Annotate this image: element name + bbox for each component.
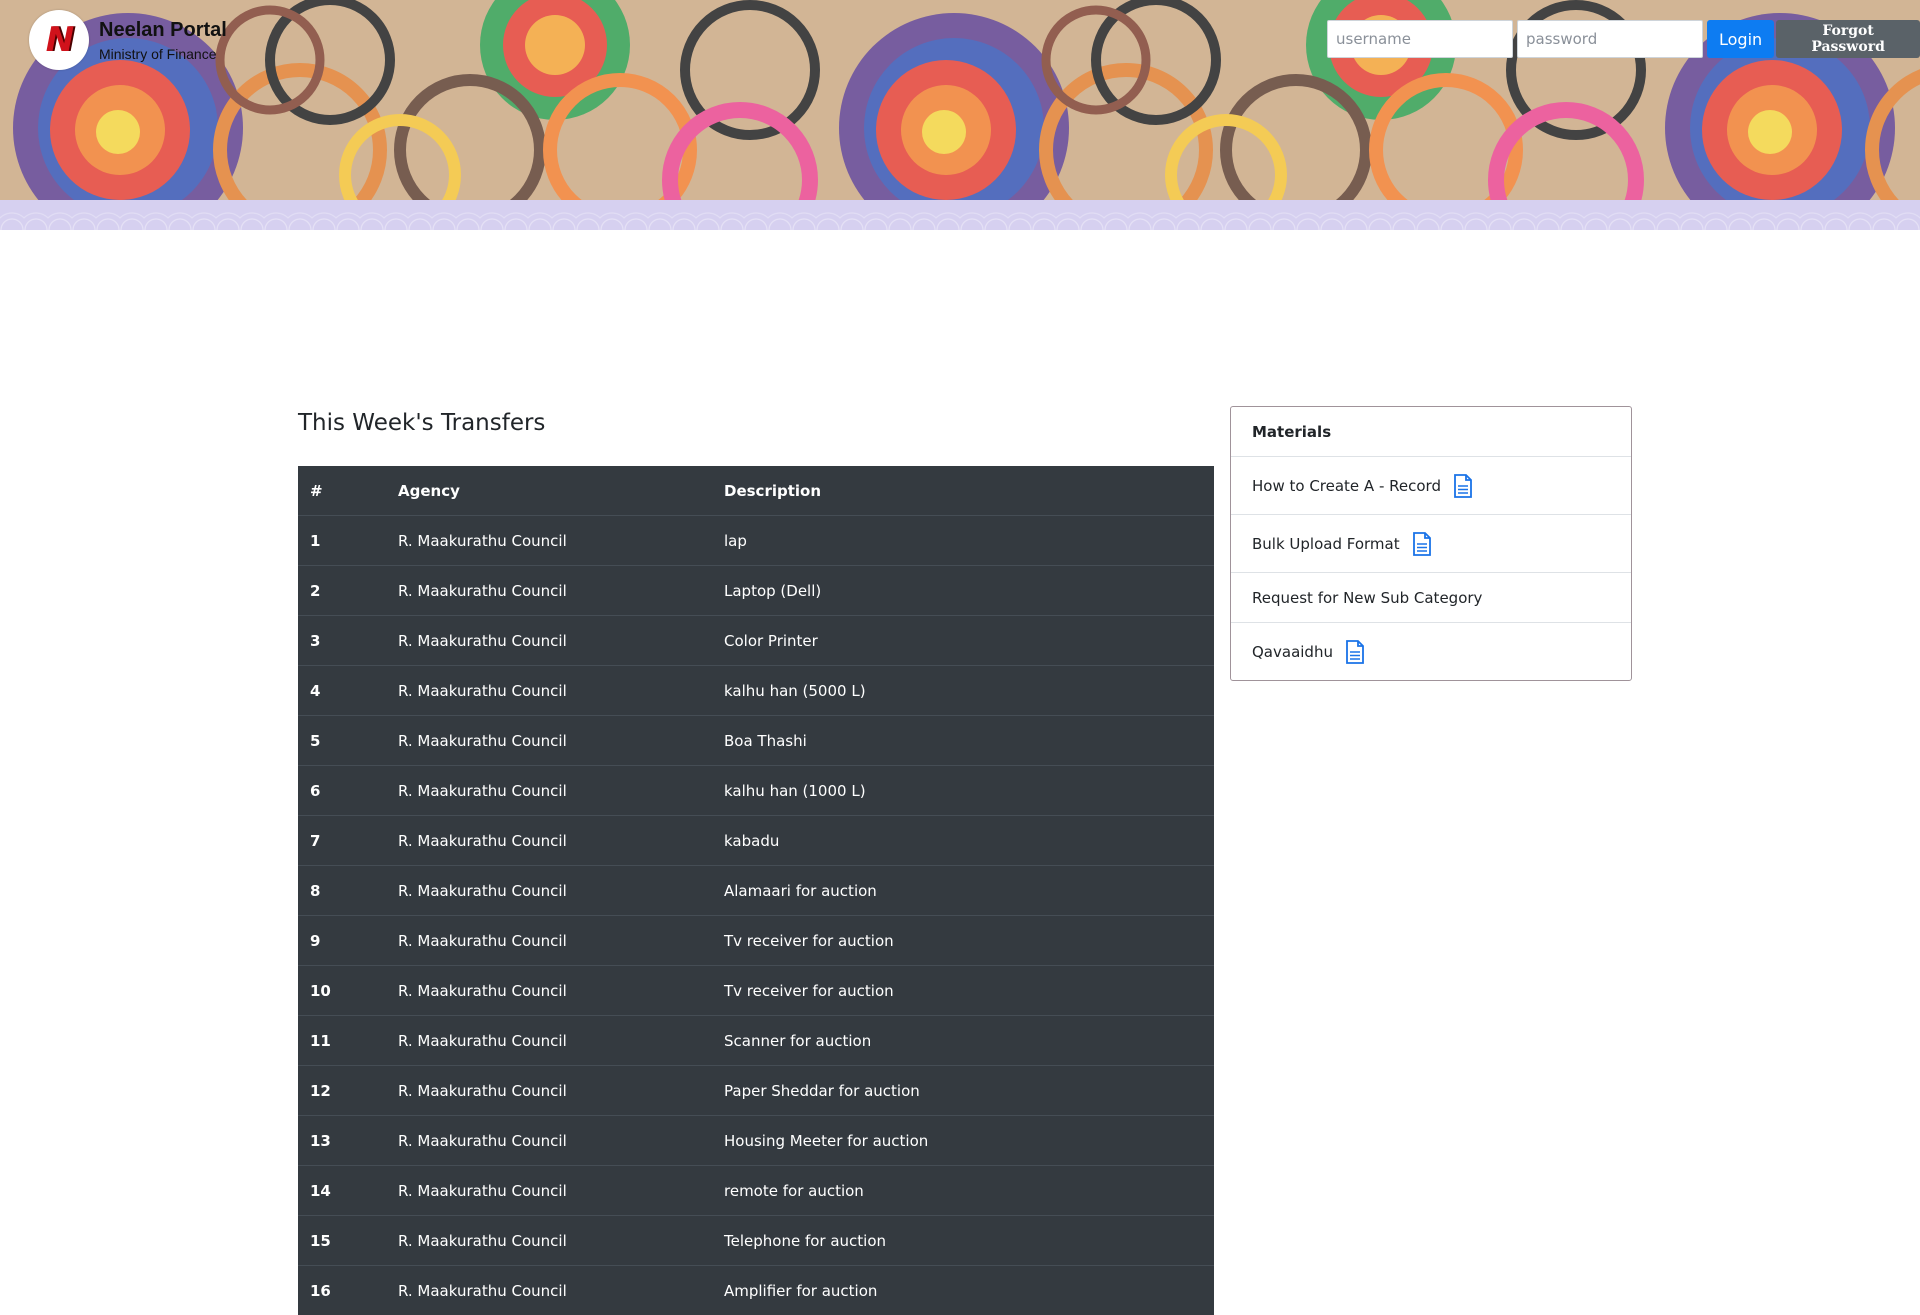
material-item[interactable]: Bulk Upload Format — [1231, 515, 1631, 573]
material-item[interactable]: Request for New Sub Category — [1231, 573, 1631, 623]
row-description: Laptop (Dell) — [712, 566, 1214, 616]
table-header-row: # Agency Description — [298, 466, 1214, 516]
row-description: lap — [712, 516, 1214, 566]
row-agency: R. Maakurathu Council — [386, 716, 712, 766]
logo: N — [29, 10, 89, 70]
table-row: 13R. Maakurathu CouncilHousing Meeter fo… — [298, 1116, 1214, 1166]
row-agency: R. Maakurathu Council — [386, 1216, 712, 1266]
materials-card: Materials How to Create A - Record Bulk … — [1230, 406, 1632, 681]
row-agency: R. Maakurathu Council — [386, 566, 712, 616]
row-number: 10 — [298, 966, 386, 1016]
table-row: 5R. Maakurathu CouncilBoa Thashi — [298, 716, 1214, 766]
row-number: 16 — [298, 1266, 386, 1315]
table-row: 1R. Maakurathu Councillap — [298, 516, 1214, 566]
row-description: Color Printer — [712, 616, 1214, 666]
material-label[interactable]: How to Create A - Record — [1252, 477, 1441, 495]
row-number: 1 — [298, 516, 386, 566]
row-description: Telephone for auction — [712, 1216, 1214, 1266]
section-title: This Week's Transfers — [298, 410, 545, 436]
table-row: 11R. Maakurathu CouncilScanner for aucti… — [298, 1016, 1214, 1066]
row-description: kalhu han (5000 L) — [712, 666, 1214, 716]
table-row: 16R. Maakurathu CouncilAmplifier for auc… — [298, 1266, 1214, 1315]
column-header-description: Description — [712, 466, 1214, 516]
table-row: 14R. Maakurathu Councilremote for auctio… — [298, 1166, 1214, 1216]
row-number: 8 — [298, 866, 386, 916]
username-input[interactable] — [1327, 20, 1513, 58]
document-icon[interactable] — [1453, 474, 1473, 498]
row-agency: R. Maakurathu Council — [386, 966, 712, 1016]
table-row: 7R. Maakurathu Councilkabadu — [298, 816, 1214, 866]
row-description: kabadu — [712, 816, 1214, 866]
logo-letter: N — [46, 20, 72, 60]
row-number: 2 — [298, 566, 386, 616]
row-description: Amplifier for auction — [712, 1266, 1214, 1315]
row-number: 7 — [298, 816, 386, 866]
row-agency: R. Maakurathu Council — [386, 1166, 712, 1216]
row-agency: R. Maakurathu Council — [386, 816, 712, 866]
material-item[interactable]: Qavaaidhu — [1231, 623, 1631, 680]
table-row: 10R. Maakurathu CouncilTv receiver for a… — [298, 966, 1214, 1016]
row-agency: R. Maakurathu Council — [386, 866, 712, 916]
row-number: 9 — [298, 916, 386, 966]
table-row: 4R. Maakurathu Councilkalhu han (5000 L) — [298, 666, 1214, 716]
transfers-table: # Agency Description 1R. Maakurathu Coun… — [298, 466, 1214, 1315]
row-number: 15 — [298, 1216, 386, 1266]
row-number: 12 — [298, 1066, 386, 1116]
table-row: 15R. Maakurathu CouncilTelephone for auc… — [298, 1216, 1214, 1266]
header-banner: N Neelan Portal Ministry of Finance Logi… — [0, 0, 1920, 200]
material-label[interactable]: Request for New Sub Category — [1252, 589, 1482, 607]
document-icon[interactable] — [1345, 640, 1365, 664]
row-agency: R. Maakurathu Council — [386, 666, 712, 716]
table-row: 2R. Maakurathu CouncilLaptop (Dell) — [298, 566, 1214, 616]
row-agency: R. Maakurathu Council — [386, 1266, 712, 1315]
table-row: 3R. Maakurathu CouncilColor Printer — [298, 616, 1214, 666]
row-agency: R. Maakurathu Council — [386, 766, 712, 816]
brand[interactable]: N Neelan Portal Ministry of Finance — [29, 10, 227, 70]
row-agency: R. Maakurathu Council — [386, 1016, 712, 1066]
row-number: 14 — [298, 1166, 386, 1216]
row-agency: R. Maakurathu Council — [386, 1066, 712, 1116]
row-agency: R. Maakurathu Council — [386, 916, 712, 966]
row-description: Paper Sheddar for auction — [712, 1066, 1214, 1116]
row-number: 13 — [298, 1116, 386, 1166]
table-row: 9R. Maakurathu CouncilTv receiver for au… — [298, 916, 1214, 966]
row-agency: R. Maakurathu Council — [386, 1116, 712, 1166]
row-description: remote for auction — [712, 1166, 1214, 1216]
brand-subtitle: Ministry of Finance — [99, 46, 227, 62]
table-row: 12R. Maakurathu CouncilPaper Sheddar for… — [298, 1066, 1214, 1116]
row-description: Alamaari for auction — [712, 866, 1214, 916]
row-description: Tv receiver for auction — [712, 966, 1214, 1016]
table-row: 6R. Maakurathu Councilkalhu han (1000 L) — [298, 766, 1214, 816]
material-label[interactable]: Qavaaidhu — [1252, 643, 1333, 661]
brand-title: Neelan Portal — [99, 18, 227, 42]
row-agency: R. Maakurathu Council — [386, 616, 712, 666]
column-header-number: # — [298, 466, 386, 516]
forgot-password-button[interactable]: Forgot Password — [1776, 20, 1920, 58]
column-header-agency: Agency — [386, 466, 712, 516]
materials-title: Materials — [1231, 407, 1631, 457]
password-input[interactable] — [1517, 20, 1703, 58]
brand-text: Neelan Portal Ministry of Finance — [99, 18, 227, 62]
row-description: Boa Thashi — [712, 716, 1214, 766]
document-icon[interactable] — [1412, 532, 1432, 556]
login-button[interactable]: Login — [1707, 20, 1774, 58]
row-number: 4 — [298, 666, 386, 716]
row-number: 6 — [298, 766, 386, 816]
login-form: Login Forgot Password — [1327, 20, 1920, 58]
table-row: 8R. Maakurathu CouncilAlamaari for aucti… — [298, 866, 1214, 916]
row-number: 3 — [298, 616, 386, 666]
material-label[interactable]: Bulk Upload Format — [1252, 535, 1400, 553]
material-item[interactable]: How to Create A - Record — [1231, 457, 1631, 515]
decorative-pattern-strip — [0, 200, 1920, 230]
row-number: 5 — [298, 716, 386, 766]
row-description: kalhu han (1000 L) — [712, 766, 1214, 816]
row-number: 11 — [298, 1016, 386, 1066]
row-description: Scanner for auction — [712, 1016, 1214, 1066]
row-description: Tv receiver for auction — [712, 916, 1214, 966]
row-agency: R. Maakurathu Council — [386, 516, 712, 566]
row-description: Housing Meeter for auction — [712, 1116, 1214, 1166]
